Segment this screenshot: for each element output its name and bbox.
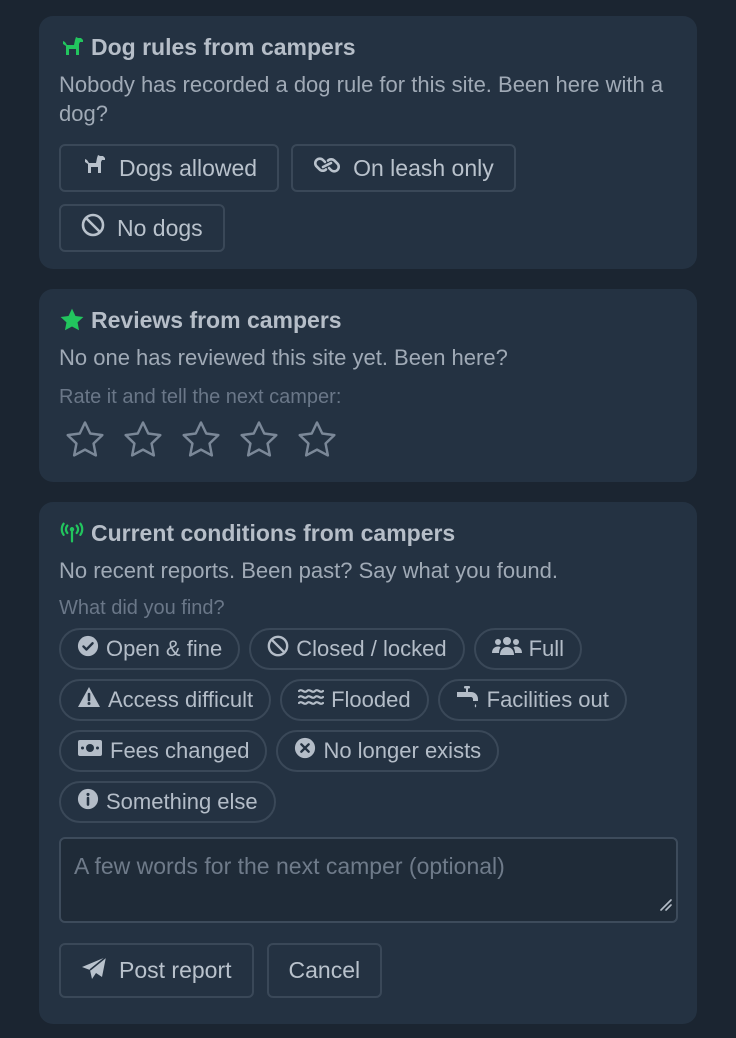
warning-icon — [77, 686, 101, 714]
x-circle-icon — [294, 737, 316, 765]
chip-closed-locked[interactable]: Closed / locked — [249, 628, 465, 670]
dog-rules-card: Dog rules from campers Nobody has record… — [39, 16, 697, 269]
dog-rule-options: Dogs allowed On leash only No dogs — [59, 144, 579, 252]
antenna-icon — [59, 520, 85, 546]
on-leash-label: On leash only — [353, 154, 494, 181]
star-3-button[interactable] — [179, 419, 223, 461]
star-4-button[interactable] — [237, 419, 281, 461]
cancel-button[interactable]: Cancel — [266, 943, 383, 998]
chip-label: No longer exists — [323, 738, 482, 763]
conditions-title: Current conditions from campers — [91, 519, 456, 546]
faucet-icon — [456, 685, 480, 715]
chip-label: Full — [528, 636, 565, 661]
report-note-textarea[interactable]: A few words for the next camper (optiona… — [59, 837, 678, 923]
chip-fees-changed[interactable]: Fees changed — [59, 730, 268, 772]
star-5-button[interactable] — [295, 419, 339, 461]
users-icon — [491, 635, 522, 663]
conditions-header: Current conditions from campers — [59, 518, 677, 548]
money-icon — [77, 738, 103, 764]
note-placeholder: A few words for the next camper (optiona… — [74, 853, 505, 879]
dogs-allowed-label: Dogs allowed — [119, 154, 258, 181]
condition-chips: Open & fine Closed / locked Full Access … — [59, 628, 679, 823]
reviews-description: No one has reviewed this site yet. Been … — [59, 345, 508, 370]
chip-flooded[interactable]: Flooded — [280, 679, 429, 721]
conditions-description: No recent reports. Been past? Say what y… — [59, 558, 558, 583]
no-dogs-button[interactable]: No dogs — [59, 204, 225, 252]
star-1-button[interactable] — [63, 419, 107, 461]
dog-rules-header: Dog rules from campers — [59, 32, 677, 62]
chip-label: Access difficult — [108, 687, 254, 712]
conditions-question: What did you find? — [59, 597, 225, 619]
star-rating — [59, 419, 677, 461]
dogs-allowed-button[interactable]: Dogs allowed — [59, 144, 280, 192]
dog-icon — [59, 34, 85, 60]
chip-label: Facilities out — [486, 687, 609, 712]
post-report-label: Post report — [119, 957, 232, 983]
chip-something-else[interactable]: Something else — [59, 781, 276, 823]
star-2-button[interactable] — [121, 419, 165, 461]
cancel-label: Cancel — [288, 957, 361, 983]
chip-access-difficult[interactable]: Access difficult — [59, 679, 272, 721]
dog-rules-description: Nobody has recorded a dog rule for this … — [59, 72, 664, 126]
chip-label: Closed / locked — [296, 636, 447, 661]
chip-facilities-out[interactable]: Facilities out — [437, 679, 627, 721]
chip-open-fine[interactable]: Open & fine — [59, 628, 241, 670]
dog-rules-title: Dog rules from campers — [91, 33, 356, 60]
report-actions: Post report Cancel — [59, 943, 677, 998]
ban-icon — [267, 635, 289, 663]
conditions-card: Current conditions from campers No recen… — [39, 502, 697, 1024]
chip-label: Open & fine — [106, 636, 223, 661]
rate-hint: Rate it and tell the next camper: — [59, 386, 342, 408]
water-icon — [298, 687, 325, 713]
reviews-card: Reviews from campers No one has reviewed… — [39, 289, 697, 482]
check-circle-icon — [77, 635, 99, 663]
reviews-title: Reviews from campers — [91, 306, 342, 333]
link-icon — [313, 153, 341, 183]
ban-icon — [81, 213, 105, 243]
chip-label: Fees changed — [110, 738, 250, 763]
dog-icon — [81, 153, 107, 183]
chip-label: Flooded — [331, 687, 411, 712]
reviews-header: Reviews from campers — [59, 305, 677, 335]
chip-label: Something else — [106, 789, 258, 814]
star-icon — [59, 307, 85, 333]
no-dogs-label: No dogs — [117, 214, 203, 241]
info-icon — [77, 788, 99, 816]
resize-handle-icon[interactable] — [658, 890, 672, 917]
on-leash-button[interactable]: On leash only — [291, 144, 516, 192]
chip-no-longer-exists[interactable]: No longer exists — [276, 730, 500, 772]
chip-full[interactable]: Full — [473, 628, 583, 670]
post-report-button[interactable]: Post report — [59, 943, 254, 998]
send-icon — [81, 955, 107, 986]
